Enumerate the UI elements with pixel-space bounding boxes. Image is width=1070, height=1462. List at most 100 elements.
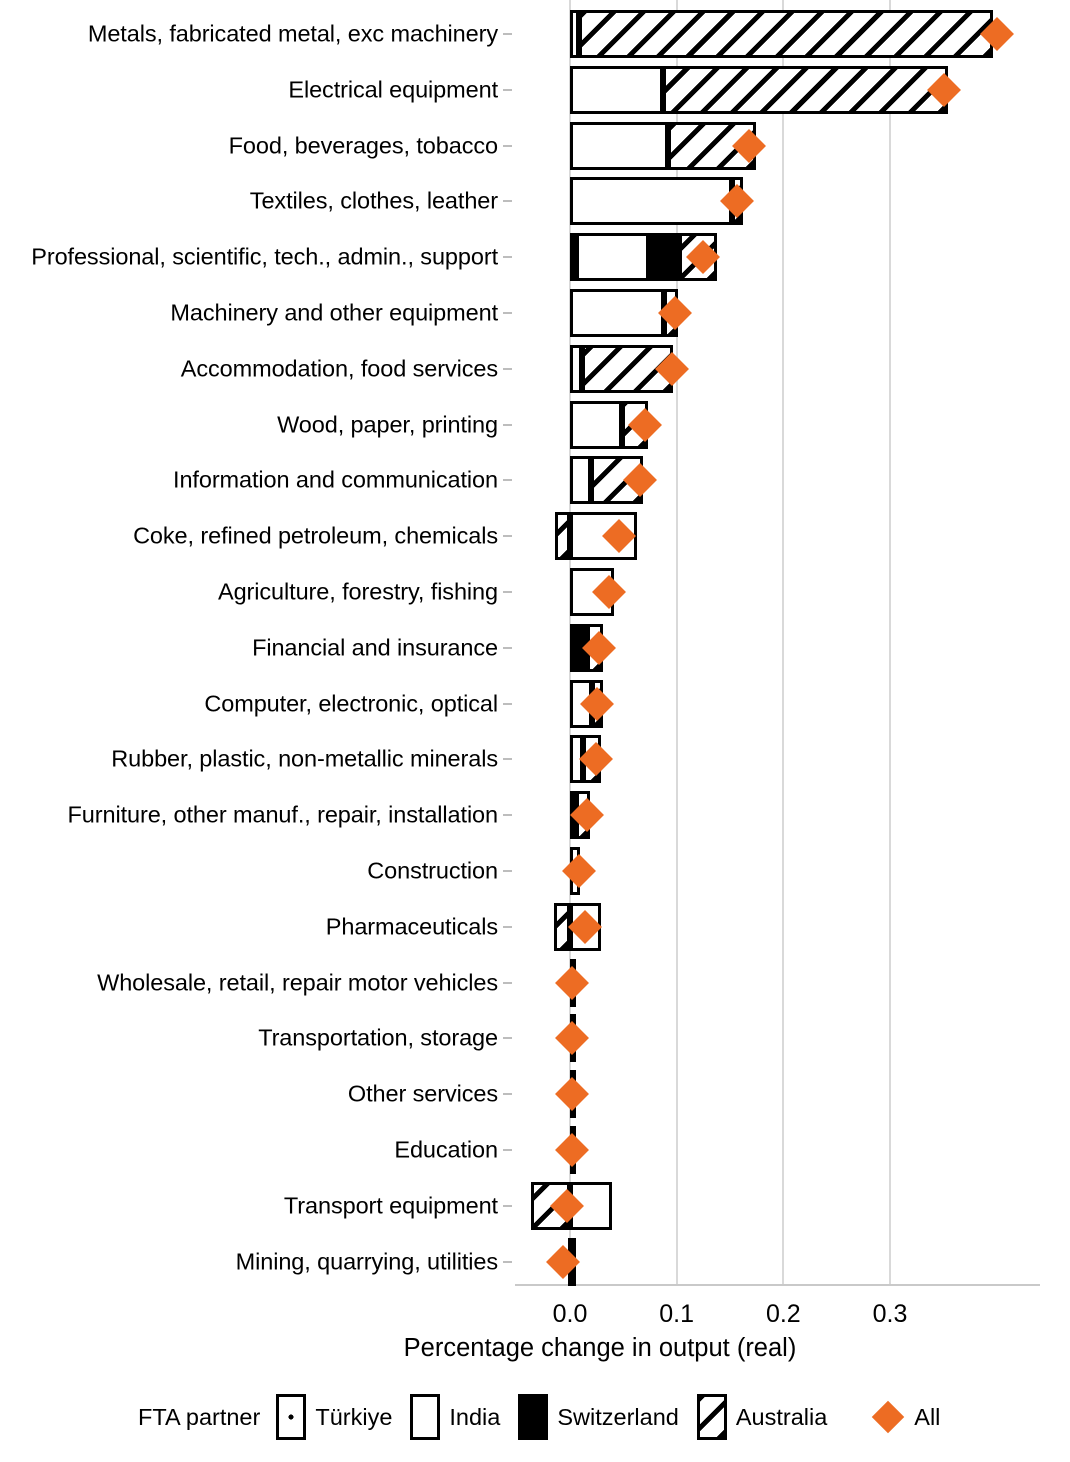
legend-item-aus[interactable]: Australia — [696, 1394, 828, 1440]
y-axis-label: Electrical equipment — [288, 76, 498, 103]
y-axis-label: Rubber, plastic, non-metallic minerals — [111, 745, 498, 772]
plot-area: Metals, fabricated metal, exc machinery E… — [0, 0, 1070, 1300]
y-axis-label: Agriculture, forestry, fishing — [218, 578, 498, 605]
bar-row — [515, 65, 1040, 114]
bar-row — [515, 177, 1040, 226]
bar-row — [515, 623, 1040, 672]
y-axis-label: Transport equipment — [283, 1192, 498, 1219]
all-marker-diamond — [555, 1133, 590, 1167]
x-axis-tick-label: 0.1 — [659, 1300, 695, 1328]
bar-row — [515, 289, 1040, 337]
y-axis-label: Furniture, other manuf., repair, install… — [67, 801, 499, 828]
bar-row — [515, 735, 1040, 784]
y-axis-tick — [503, 1204, 512, 1207]
y-axis-label: Information and communication — [173, 466, 498, 493]
legend-item-turkiye[interactable]: Türkiye — [276, 1394, 392, 1440]
chart-root: Metals, fabricated metal, exc machinery E… — [0, 0, 1070, 1462]
y-axis-label: Machinery and other equipment — [170, 299, 498, 326]
bar-row — [515, 1126, 1040, 1174]
y-axis-label: Transportation, storage — [258, 1024, 498, 1051]
y-axis-label: Metals, fabricated metal, exc machinery — [87, 20, 498, 47]
legend-key-aus-icon — [696, 1394, 727, 1440]
y-axis-labels: Metals, fabricated metal, exc machinery E… — [0, 0, 512, 1292]
all-marker-diamond — [555, 965, 590, 1000]
legend-label: All — [914, 1403, 941, 1430]
y-axis-tick — [503, 1037, 512, 1040]
y-axis-label: Food, beverages, tobacco — [228, 132, 498, 159]
bar-row — [515, 344, 1040, 393]
bar-segment-india — [570, 121, 669, 170]
bar-row — [515, 121, 1040, 170]
y-axis-label: Wood, paper, printing — [277, 411, 498, 438]
y-axis-label: Mining, quarrying, utilities — [235, 1248, 498, 1275]
y-axis-tick — [503, 1093, 512, 1096]
bar-row — [515, 679, 1040, 728]
y-axis-tick — [503, 1149, 512, 1151]
y-axis-label: Accommodation, food services — [180, 355, 498, 382]
y-axis-tick — [503, 33, 512, 35]
bar-row — [515, 568, 1040, 616]
legend: FTA partner Türkiye India Switzerland Austr… — [0, 1392, 1070, 1442]
y-axis-label: Coke, refined petroleum, chemicals — [133, 522, 498, 549]
y-axis-tick — [503, 702, 512, 705]
legend-item-all[interactable]: All — [871, 1394, 940, 1440]
bar-row — [515, 791, 1040, 840]
x-axis-title: Percentage change in output (real) — [0, 1334, 1070, 1363]
bar-segment-india — [570, 400, 623, 449]
x-axis-tick-label: 0.3 — [872, 1300, 908, 1328]
y-axis-tick — [503, 925, 512, 928]
y-axis-tick — [503, 870, 512, 872]
bar-segment-india — [570, 65, 663, 114]
x-axis-tick-label: 0.0 — [552, 1300, 588, 1328]
y-axis-tick — [503, 1260, 512, 1263]
x-axis-tick-label: 0.2 — [765, 1300, 801, 1328]
y-axis-tick — [503, 312, 512, 314]
legend-item-swiss[interactable]: Switzerland — [518, 1394, 679, 1440]
bar-row — [515, 1237, 1040, 1286]
y-axis-tick — [503, 814, 512, 817]
y-axis-label: Wholesale, retail, repair motor vehicles — [97, 969, 498, 996]
all-marker-diamond — [555, 1077, 590, 1112]
y-axis-tick — [503, 591, 512, 593]
y-axis-tick — [503, 256, 512, 259]
bar-row — [515, 1014, 1040, 1063]
bar-segment-india — [570, 177, 733, 226]
all-marker-diamond — [555, 1021, 590, 1056]
bar-segment-australia — [662, 65, 948, 114]
y-axis-label: Pharmaceuticals — [325, 913, 498, 940]
legend-key-turkiye-icon — [276, 1394, 307, 1440]
bar-segment-india — [576, 233, 649, 282]
y-axis-label: Professional, scientific, tech., admin.,… — [31, 243, 498, 270]
bar-segment-australia — [555, 512, 570, 561]
bar-segment-india — [570, 344, 582, 393]
y-axis-label: Computer, electronic, optical — [204, 690, 498, 717]
bar-row — [515, 512, 1040, 561]
bar-row — [515, 10, 1040, 58]
legend-title: FTA partner — [138, 1403, 261, 1430]
all-marker-diamond — [561, 854, 596, 888]
legend-key-swiss-icon — [518, 1394, 549, 1440]
y-axis-tick — [503, 758, 512, 761]
bar-segment-india — [570, 10, 579, 58]
y-axis-label: Education — [394, 1136, 498, 1163]
y-axis-tick — [503, 367, 512, 370]
bar-segment-australia — [578, 10, 994, 58]
diamond-icon — [872, 1400, 905, 1434]
legend-label: Australia — [735, 1403, 828, 1430]
legend-item-india[interactable]: India — [410, 1394, 500, 1440]
y-axis-tick — [503, 88, 512, 91]
legend-key-india-icon — [410, 1394, 441, 1440]
y-axis-tick — [503, 200, 512, 203]
bar-row — [515, 400, 1040, 449]
legend-label: Switzerland — [557, 1403, 679, 1430]
y-axis-tick — [503, 646, 512, 649]
bars-panel — [515, 0, 1040, 1292]
bar-segment-india — [570, 456, 592, 505]
y-axis-tick — [503, 981, 512, 984]
y-axis-label: Other services — [347, 1080, 498, 1107]
y-axis-label: Textiles, clothes, leather — [249, 187, 498, 214]
bar-segment-india — [570, 289, 664, 337]
bar-row — [515, 456, 1040, 505]
y-axis-tick — [503, 144, 512, 147]
y-axis-tick — [503, 423, 512, 426]
